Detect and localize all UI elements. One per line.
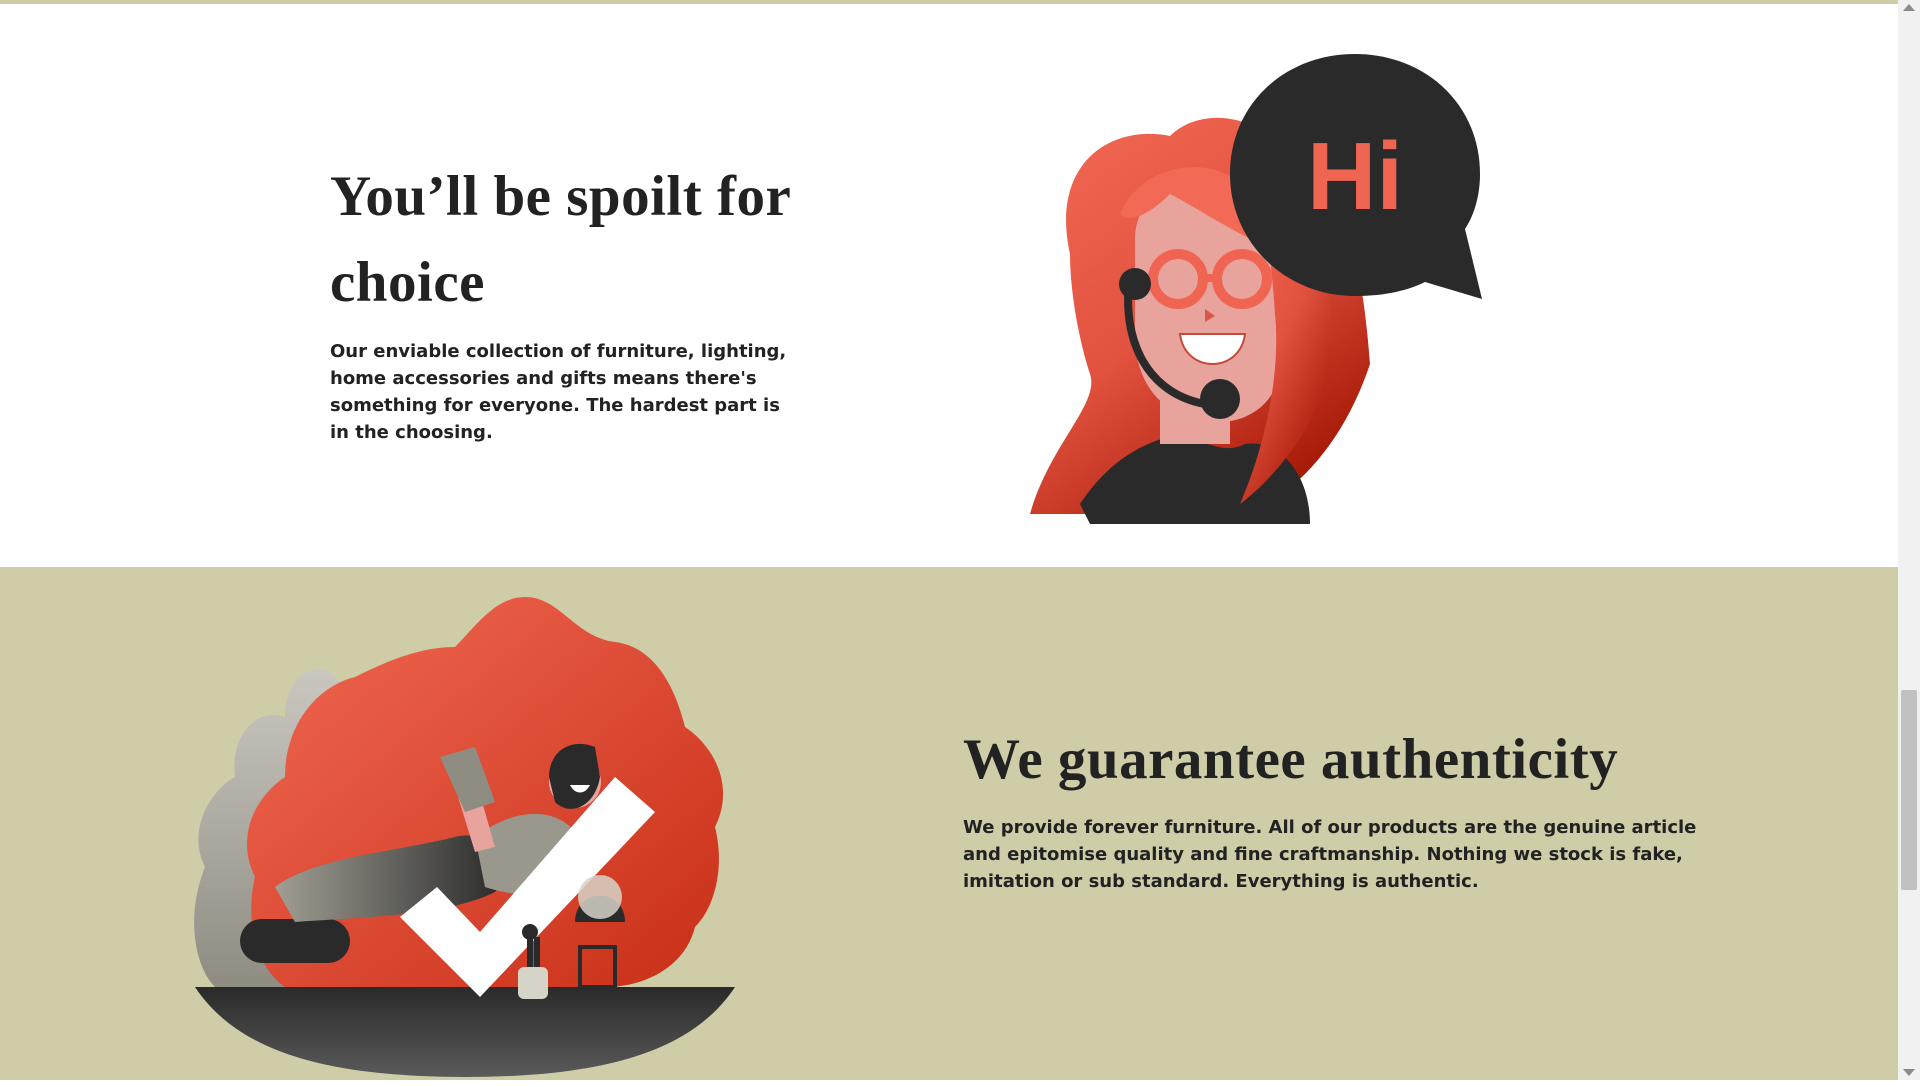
bubble-text: Hi — [1307, 123, 1403, 230]
section-title: You’ll be spoilt for choice — [330, 165, 791, 314]
section-title: We guarantee authenticity — [963, 728, 1619, 791]
man-reading-checkmark-illustration — [194, 597, 735, 1077]
vertical-scrollbar[interactable] — [1898, 0, 1920, 1080]
scroll-down-arrow-icon[interactable] — [1903, 1069, 1915, 1076]
page: You’ll be spoilt for choice Our enviable… — [0, 4, 1898, 1080]
section-body: Our enviable collection of furniture, li… — [330, 341, 787, 443]
support-agent-illustration: Hi — [1030, 54, 1482, 524]
scroll-up-arrow-icon[interactable] — [1903, 4, 1915, 11]
section-authenticity: We guarantee authenticity We provide for… — [0, 567, 1898, 1080]
section-choice: You’ll be spoilt for choice Our enviable… — [0, 4, 1898, 567]
scroll-thumb[interactable] — [1901, 690, 1917, 890]
section-body: We provide forever furniture. All of our… — [963, 817, 1697, 892]
